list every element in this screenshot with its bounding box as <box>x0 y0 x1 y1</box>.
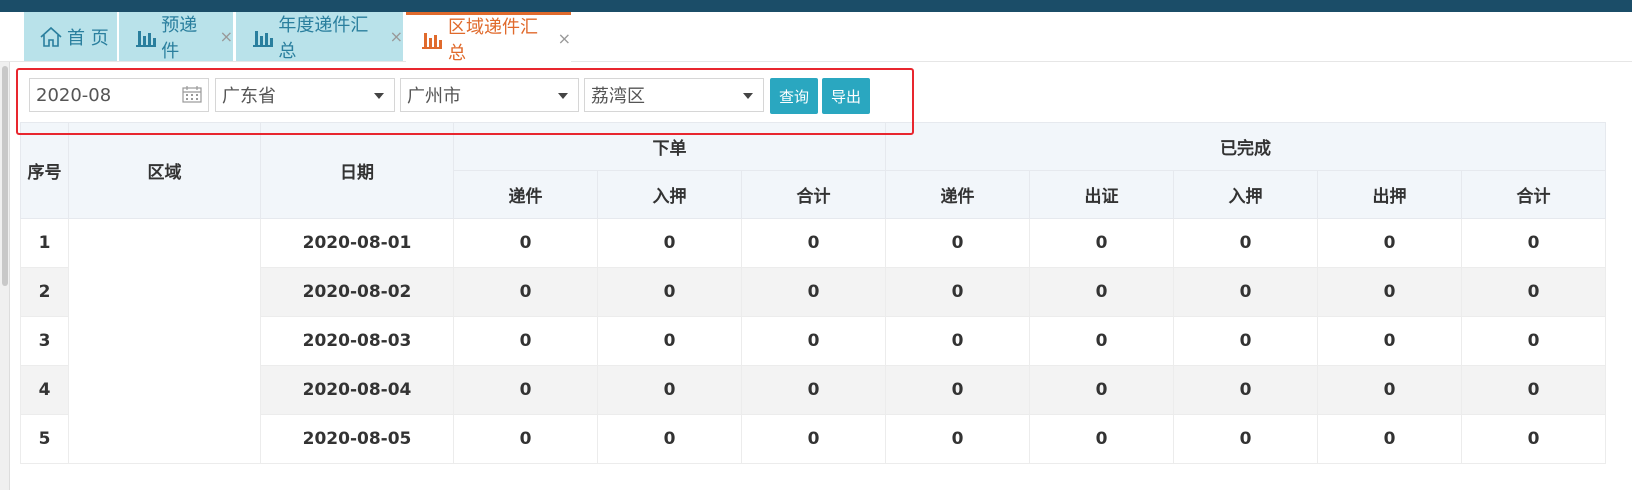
header-done-pledge-in: 入押 <box>1173 170 1318 219</box>
header-done-pledge-out: 出押 <box>1317 170 1462 219</box>
cell-value: 0 <box>741 365 886 415</box>
cell-value: 0 <box>453 414 598 464</box>
header-region: 区域 <box>68 122 261 219</box>
city-value: 广州市 <box>407 86 461 107</box>
cell-value: 0 <box>1029 218 1174 268</box>
month-value: 2020-08 <box>36 84 112 106</box>
cell-value: 0 <box>1173 267 1318 317</box>
cell-value: 0 <box>1461 267 1606 317</box>
tab-strip: 首 页 预递件 × 年度递件汇总 × 区域递件汇总 × <box>0 12 1632 64</box>
cell-date: 2020-08-02 <box>260 267 454 317</box>
cell-value: 0 <box>1173 316 1318 366</box>
tab-label: 预递件 <box>161 14 198 62</box>
chevron-down-icon <box>558 93 568 99</box>
header-group-done: 已完成 <box>885 122 1606 171</box>
scrollbar-thumb[interactable] <box>2 66 8 286</box>
cell-index: 4 <box>20 365 69 415</box>
cell-index: 5 <box>20 414 69 464</box>
header-done-delivery: 递件 <box>885 170 1030 219</box>
cell-value: 0 <box>1173 414 1318 464</box>
close-icon[interactable]: × <box>220 27 233 46</box>
close-icon[interactable]: × <box>558 29 571 48</box>
cell-index: 2 <box>20 267 69 317</box>
cell-value: 0 <box>885 365 1030 415</box>
cell-value: 0 <box>741 267 886 317</box>
bar-chart-icon <box>420 27 445 51</box>
header-order-pledge-in: 入押 <box>597 170 742 219</box>
cell-value: 0 <box>1029 267 1174 317</box>
cell-value: 0 <box>1029 414 1174 464</box>
city-select[interactable]: 广州市 <box>400 78 579 112</box>
bar-chart-icon <box>133 25 158 49</box>
tab-label: 区域递件汇总 <box>447 16 538 64</box>
district-value: 荔湾区 <box>591 86 645 107</box>
query-button[interactable]: 查询 <box>770 78 818 114</box>
cell-value: 0 <box>597 267 742 317</box>
month-picker[interactable]: 2020-08 <box>29 78 209 112</box>
cell-value: 0 <box>741 414 886 464</box>
cell-value: 0 <box>741 218 886 268</box>
cell-value: 0 <box>597 414 742 464</box>
cell-value: 0 <box>885 218 1030 268</box>
cell-value: 0 <box>1461 414 1606 464</box>
cell-index: 3 <box>20 316 69 366</box>
cell-value: 0 <box>885 316 1030 366</box>
header-done-certificate: 出证 <box>1029 170 1174 219</box>
cell-index: 1 <box>20 218 69 268</box>
tab-home[interactable]: 首 页 <box>24 12 117 61</box>
chevron-down-icon <box>743 93 753 99</box>
cell-value: 0 <box>1173 218 1318 268</box>
cell-value: 0 <box>885 414 1030 464</box>
cell-value: 0 <box>885 267 1030 317</box>
export-button[interactable]: 导出 <box>822 78 870 114</box>
cell-value: 0 <box>597 365 742 415</box>
cell-value: 0 <box>1317 218 1462 268</box>
cell-value: 0 <box>1317 414 1462 464</box>
cell-value: 0 <box>1461 365 1606 415</box>
top-bar <box>0 0 1632 12</box>
header-order-total: 合计 <box>741 170 886 219</box>
cell-value: 0 <box>1317 365 1462 415</box>
cell-value: 0 <box>1317 267 1462 317</box>
close-icon[interactable]: × <box>390 27 403 46</box>
cell-value: 0 <box>1317 316 1462 366</box>
cell-date: 2020-08-03 <box>260 316 454 366</box>
province-select[interactable]: 广东省 <box>215 78 395 112</box>
header-order-delivery: 递件 <box>453 170 598 219</box>
cell-value: 0 <box>1029 316 1174 366</box>
chevron-down-icon <box>374 93 384 99</box>
cell-value: 0 <box>453 267 598 317</box>
cell-date: 2020-08-04 <box>260 365 454 415</box>
cell-value: 0 <box>1173 365 1318 415</box>
district-select[interactable]: 荔湾区 <box>584 78 764 112</box>
header-group-order: 下单 <box>453 122 886 171</box>
cell-value: 0 <box>1029 365 1174 415</box>
calendar-icon[interactable] <box>182 85 202 103</box>
cell-date: 2020-08-05 <box>260 414 454 464</box>
header-done-total: 合计 <box>1461 170 1606 219</box>
home-icon <box>38 25 64 49</box>
header-index: 序号 <box>20 122 69 219</box>
summary-table: 序号 区域 日期 下单 已完成 递件 入押 合计 递件 出证 入押 出押 合计 … <box>20 122 1606 464</box>
tab-region-summary[interactable]: 区域递件汇总 × <box>406 12 571 64</box>
cell-value: 0 <box>1461 316 1606 366</box>
cell-value: 0 <box>741 316 886 366</box>
tab-annual-summary[interactable]: 年度递件汇总 × <box>236 12 403 62</box>
left-scrollbar[interactable] <box>0 62 10 490</box>
tab-label: 首 页 <box>67 27 109 49</box>
province-value: 广东省 <box>222 86 276 107</box>
bar-chart-icon <box>250 25 275 49</box>
tab-label: 年度递件汇总 <box>278 14 369 62</box>
cell-value: 0 <box>597 316 742 366</box>
cell-value: 0 <box>453 365 598 415</box>
cell-value: 0 <box>597 218 742 268</box>
tab-pre-delivery[interactable]: 预递件 × <box>119 12 233 62</box>
cell-value: 0 <box>1461 218 1606 268</box>
cell-value: 0 <box>453 316 598 366</box>
cell-date: 2020-08-01 <box>260 218 454 268</box>
cell-region <box>68 218 261 464</box>
cell-value: 0 <box>453 218 598 268</box>
header-date: 日期 <box>260 122 454 219</box>
table-row[interactable]: 1 2020-08-01 0 0 0 0 0 0 0 0 <box>20 218 1606 464</box>
